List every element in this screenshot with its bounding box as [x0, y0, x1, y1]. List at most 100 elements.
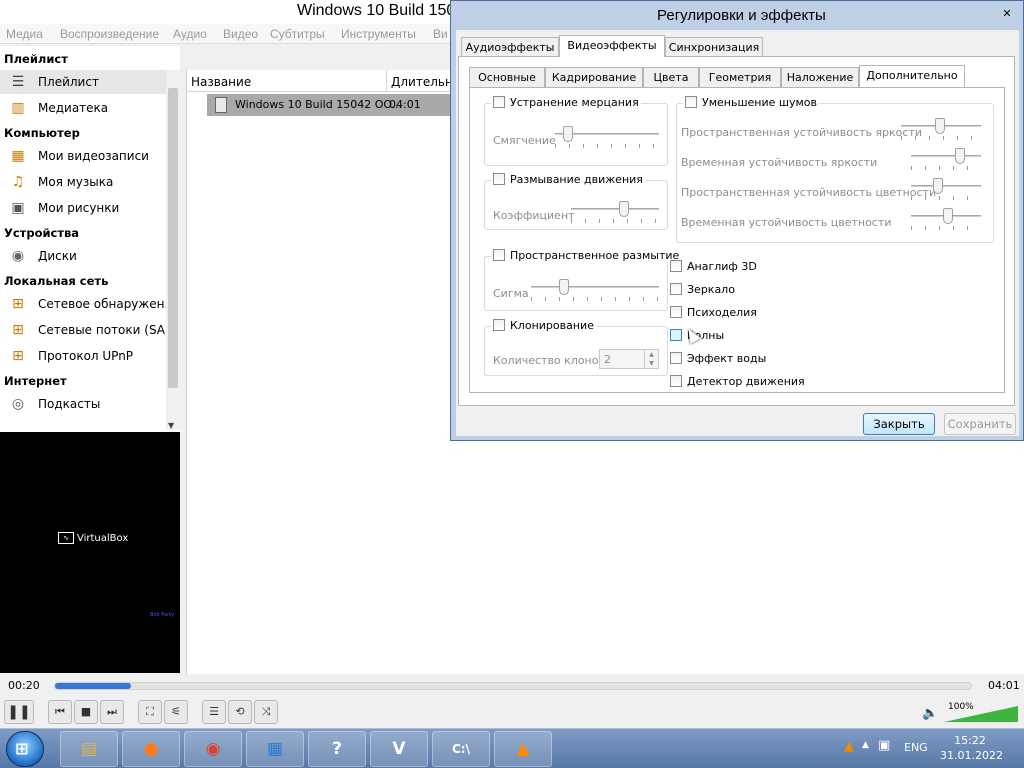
taskbar-virtualbox[interactable]: V	[370, 731, 428, 767]
taskbar-explorer[interactable]: ▤	[60, 731, 118, 767]
shuffle-button[interactable]: ⤨	[254, 700, 278, 724]
fullscreen-button[interactable]: ⛶	[138, 700, 162, 724]
menu-playback[interactable]: Воспроизведение	[60, 27, 159, 41]
tab-synchronization[interactable]: Синхронизация	[665, 37, 763, 57]
factor-slider[interactable]	[571, 201, 659, 223]
seek-bar: 00:20 04:01	[0, 674, 1024, 698]
language-indicator[interactable]: ENG	[904, 741, 928, 754]
sidebar-item-playlist[interactable]: ☰ Плейлист	[0, 70, 166, 94]
taskbar-chrome[interactable]: ◉	[184, 731, 242, 767]
extended-settings-button[interactable]: ⚟	[164, 700, 188, 724]
sidebar-scrollbar[interactable]: ▼	[166, 70, 180, 430]
scrollbar-thumb[interactable]	[168, 88, 178, 388]
menu-video[interactable]: Видео	[223, 27, 258, 41]
col-header-name[interactable]: Название	[191, 75, 251, 89]
subtab-basic[interactable]: Основные	[469, 67, 545, 87]
spin-up-icon[interactable]: ▲	[644, 350, 658, 359]
smoothing-slider[interactable]	[555, 126, 659, 148]
subtab-advanced[interactable]: Дополнительно	[859, 65, 965, 87]
seek-slider[interactable]	[54, 682, 972, 690]
menu-tools[interactable]: Инструменты	[341, 27, 416, 41]
checkbox[interactable]	[670, 260, 682, 272]
loop-button[interactable]: ⟲	[228, 700, 252, 724]
motion-detector-checkbox[interactable]: Детектор движения	[670, 375, 805, 388]
sidebar-item-videos[interactable]: ▦ Мои видеозаписи	[0, 144, 166, 168]
spatial-blur-checkbox[interactable]: Пространственное размытие	[491, 249, 682, 262]
video-preview[interactable]: ∿ VirtualBox Bob Party	[0, 432, 180, 673]
temporal-chroma-slider[interactable]	[911, 208, 981, 230]
volume-slider[interactable]	[944, 706, 1018, 722]
save-button[interactable]: Сохранить	[944, 413, 1016, 435]
checkbox[interactable]	[670, 352, 682, 364]
sidebar-item-music[interactable]: ♫ Моя музыка	[0, 170, 166, 194]
subtab-geometry[interactable]: Геометрия	[699, 67, 781, 87]
mirror-checkbox[interactable]: Зеркало	[670, 283, 735, 296]
taskbar-vlc[interactable]: ▲	[494, 731, 552, 767]
playlist-row[interactable]: Windows 10 Build 15042 OO... 04:01	[207, 94, 467, 116]
subtab-overlay[interactable]: Наложение	[781, 67, 859, 87]
dialog-close-icon[interactable]: ✕	[998, 5, 1016, 23]
sidebar-item-medialib[interactable]: ▥ Медиатека	[0, 96, 166, 120]
spatial-luma-slider[interactable]	[901, 118, 981, 140]
taskbar-control-panel[interactable]: ▦	[246, 731, 304, 767]
sidebar-item-podcasts[interactable]: ◎ Подкасты	[0, 392, 166, 416]
spatial-chroma-slider[interactable]	[911, 178, 981, 200]
checkbox[interactable]	[493, 319, 505, 331]
clone-checkbox[interactable]: Клонирование	[491, 319, 596, 332]
checkbox[interactable]	[670, 375, 682, 387]
checkbox[interactable]	[493, 173, 505, 185]
menu-subtitles[interactable]: Субтитры	[270, 27, 325, 41]
stop-button[interactable]: ■	[74, 700, 98, 724]
checkbox[interactable]	[685, 96, 697, 108]
spin-down-icon[interactable]: ▼	[644, 359, 658, 368]
motion-blur-checkbox[interactable]: Размывание движения	[491, 173, 645, 186]
sidebar-item-net-streams[interactable]: ⊞ Сетевые потоки (SAP)	[0, 318, 177, 342]
clock[interactable]: 15:22 31.01.2022	[940, 733, 1003, 763]
taskbar-help[interactable]: ?	[308, 731, 366, 767]
tab-video-effects[interactable]: Видеоэффекты	[559, 35, 665, 57]
start-button[interactable]: ⊞	[6, 731, 44, 767]
seek-progress	[55, 683, 132, 689]
temporal-luma-slider[interactable]	[911, 148, 981, 170]
taskbar-firefox[interactable]: ●	[122, 731, 180, 767]
previous-button[interactable]: ⏮	[48, 700, 72, 724]
pause-button[interactable]: ❚❚	[4, 700, 34, 724]
sidebar-item-label: Мои рисунки	[38, 201, 120, 215]
sidebar-item-label: Медиатека	[38, 101, 109, 115]
denoise-checkbox[interactable]: Уменьшение шумов	[683, 96, 819, 109]
network-status-icon[interactable]: ▣	[878, 738, 890, 753]
subtab-colors[interactable]: Цвета	[643, 67, 699, 87]
vlc-tray-icon[interactable]: ▲	[844, 739, 854, 754]
taskbar: ⊞ ▤ ● ◉ ▦ ? V C:\ ▲ ▲ ▲ ▣ ENG 15:22 31.0…	[0, 728, 1024, 768]
sidebar-item-discs[interactable]: ◉ Диски	[0, 244, 166, 268]
scroll-down-icon[interactable]: ▼	[168, 421, 174, 430]
disc-icon: ◉	[11, 248, 25, 264]
checkbox[interactable]	[670, 283, 682, 295]
next-button[interactable]: ⏭	[100, 700, 124, 724]
playlist-row-duration: 04:01	[389, 98, 421, 111]
factor-label: Коэффициент	[493, 209, 575, 222]
playlist-toggle-button[interactable]: ☰	[202, 700, 226, 724]
anaglyph-checkbox[interactable]: Анаглиф 3D	[670, 260, 757, 273]
subtab-crop[interactable]: Кадрирование	[545, 67, 643, 87]
clone-count-spinbox[interactable]: 2 ▲ ▼	[599, 349, 659, 369]
tray-expand-icon[interactable]: ▲	[862, 740, 869, 750]
flicker-checkbox[interactable]: Устранение мерцания	[491, 96, 641, 109]
menu-audio[interactable]: Аудио	[173, 27, 207, 41]
psychedelic-checkbox[interactable]: Психоделия	[670, 306, 757, 319]
taskbar-cmd[interactable]: C:\	[432, 731, 490, 767]
checkbox[interactable]	[670, 306, 682, 318]
menu-view[interactable]: Ви	[433, 27, 448, 41]
sigma-slider[interactable]	[531, 279, 659, 301]
sidebar-item-pictures[interactable]: ▣ Мои рисунки	[0, 196, 166, 220]
checkbox[interactable]	[493, 96, 505, 108]
checkbox[interactable]	[670, 329, 682, 341]
speaker-icon[interactable]: 🔈	[922, 706, 938, 721]
close-button[interactable]: Закрыть	[863, 413, 935, 435]
checkbox[interactable]	[493, 249, 505, 261]
tab-audio-effects[interactable]: Аудиоэффекты	[461, 37, 559, 57]
menu-media[interactable]: Медиа	[6, 27, 43, 41]
water-effect-checkbox[interactable]: Эффект воды	[670, 352, 766, 365]
sidebar-item-net-discovery[interactable]: ⊞ Сетевое обнаружен...	[0, 292, 176, 316]
sidebar-item-upnp[interactable]: ⊞ Протокол UPnP	[0, 344, 166, 368]
